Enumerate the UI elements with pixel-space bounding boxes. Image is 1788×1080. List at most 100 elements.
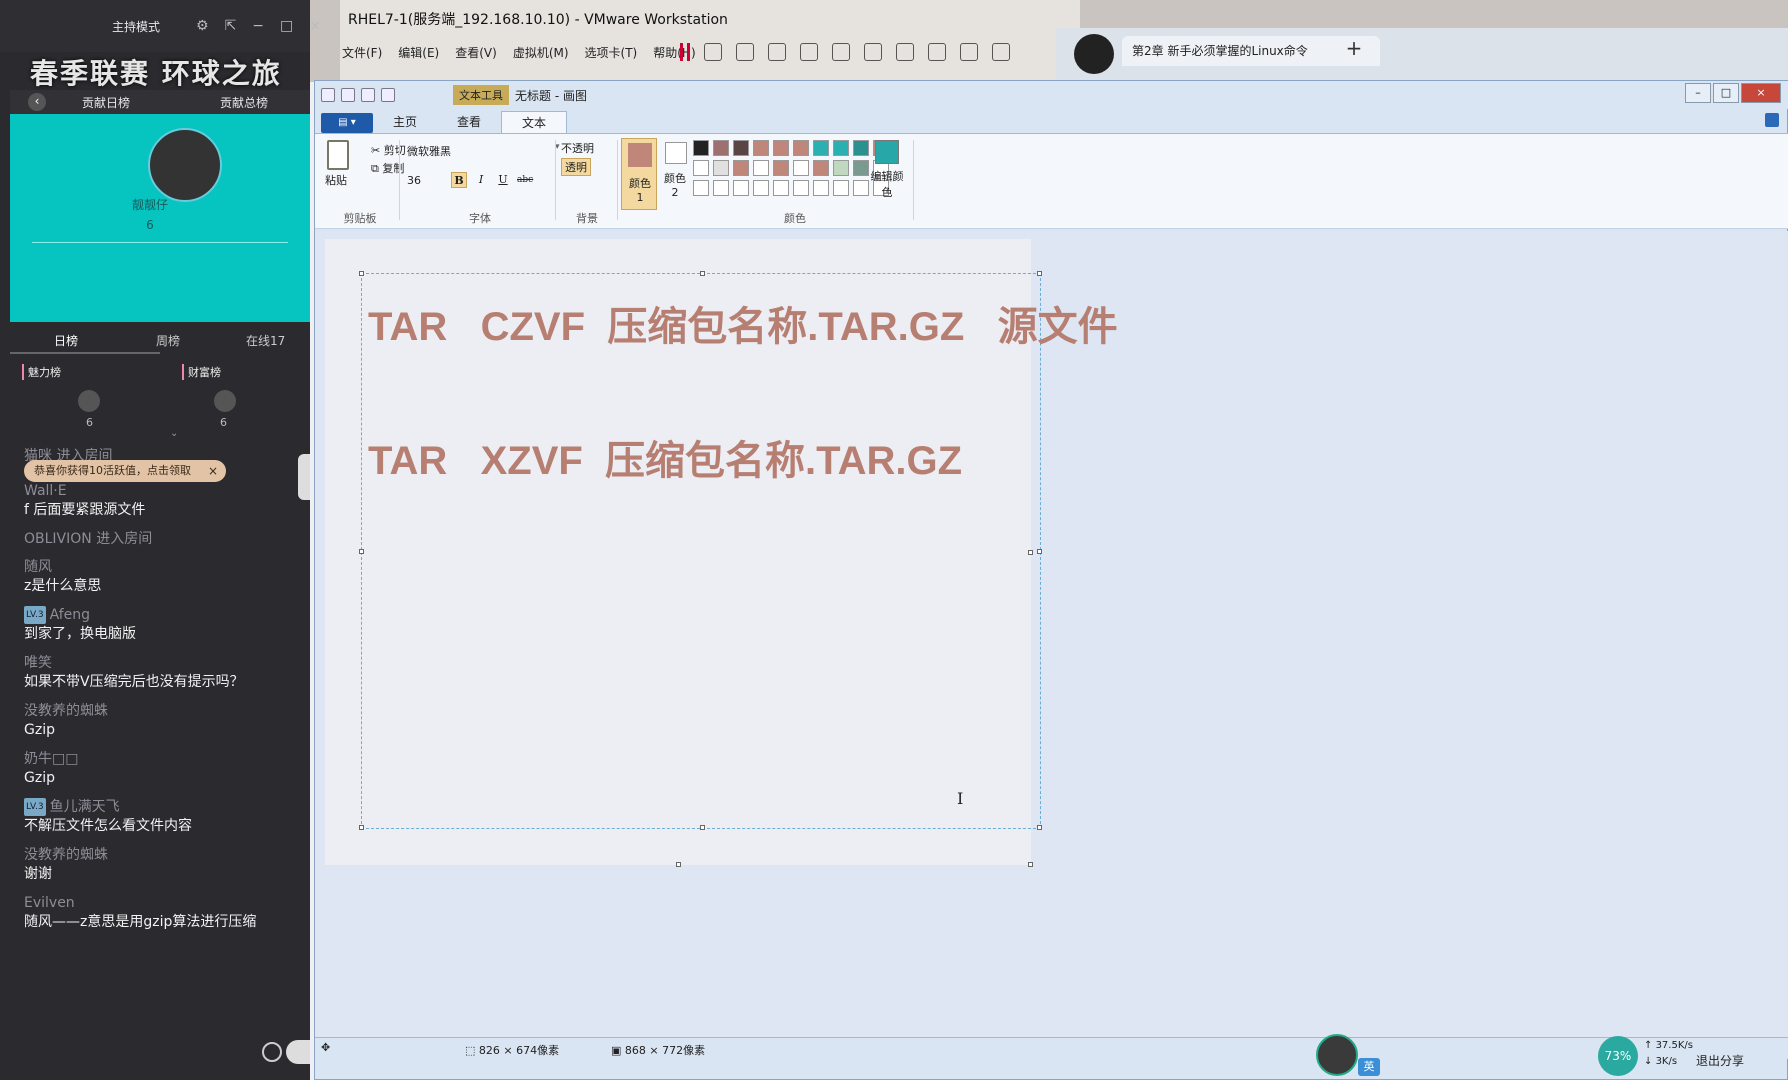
- resize-handle[interactable]: [700, 271, 705, 276]
- ime-indicator[interactable]: 英: [1358, 1058, 1380, 1076]
- chevron-down-icon[interactable]: ⌄: [170, 428, 178, 439]
- presenter-camera-avatar[interactable]: [1316, 1034, 1358, 1076]
- charm-top-avatar[interactable]: [78, 390, 100, 412]
- close-button[interactable]: ×: [1741, 83, 1781, 103]
- resize-handle[interactable]: [1037, 549, 1042, 554]
- palette-swatch[interactable]: [753, 140, 769, 156]
- resize-handle[interactable]: [359, 271, 364, 276]
- italic-button[interactable]: I: [473, 172, 489, 188]
- palette-swatch[interactable]: [813, 140, 829, 156]
- send-keys-icon[interactable]: [704, 43, 722, 61]
- palette-swatch[interactable]: [693, 180, 709, 196]
- palette-swatch[interactable]: [813, 180, 829, 196]
- chat-user[interactable]: Evilven: [24, 894, 308, 912]
- transparent-option[interactable]: 透明: [561, 158, 591, 176]
- back-button[interactable]: ‹: [28, 93, 46, 111]
- help-icon[interactable]: [1765, 113, 1779, 127]
- minimize-icon[interactable]: −: [252, 18, 264, 34]
- palette-swatch[interactable]: [773, 180, 789, 196]
- snapshot-icon[interactable]: [736, 43, 754, 61]
- tab-total-rank[interactable]: 贡献总榜: [220, 94, 268, 111]
- maximize-icon[interactable]: □: [280, 18, 293, 34]
- tab-online[interactable]: 在线17: [246, 332, 285, 349]
- menu-view[interactable]: 查看(V): [455, 44, 497, 61]
- bold-button[interactable]: B: [451, 172, 467, 188]
- cut-button[interactable]: ✂ 剪切: [371, 142, 406, 158]
- fullscreen-icon[interactable]: [896, 43, 914, 61]
- palette-swatch[interactable]: [713, 160, 729, 176]
- font-size-select[interactable]: 36: [405, 172, 445, 190]
- resize-handle[interactable]: [1037, 271, 1042, 276]
- charm-rank-label[interactable]: 魅力榜: [22, 364, 61, 380]
- tab-day[interactable]: 日榜: [54, 332, 78, 349]
- resize-handle[interactable]: [359, 549, 364, 554]
- sidebar-toggle-icon[interactable]: [832, 43, 850, 61]
- color2-label[interactable]: 颜色 2: [661, 170, 689, 199]
- unity-icon[interactable]: [928, 43, 946, 61]
- minimize-button[interactable]: –: [1685, 83, 1711, 103]
- settings-icon[interactable]: ⚙: [196, 18, 209, 34]
- palette-swatch[interactable]: [713, 180, 729, 196]
- menu-edit[interactable]: 编辑(E): [398, 44, 439, 61]
- drawing-canvas[interactable]: TAR CZVF 压缩包名称.TAR.GZ 源文件 TAR XZVF 压缩包名称…: [325, 239, 1118, 867]
- send-button[interactable]: [286, 1040, 310, 1064]
- chat-user[interactable]: 没教养的蜘蛛: [24, 846, 308, 864]
- tab-day-rank[interactable]: 贡献日榜: [82, 94, 130, 111]
- console-icon[interactable]: [960, 43, 978, 61]
- edit-colors-button[interactable]: 编辑颜色: [867, 140, 907, 200]
- chat-user[interactable]: OBLIVION 进入房间: [24, 530, 308, 548]
- underline-button[interactable]: U: [495, 172, 511, 188]
- palette-swatch[interactable]: [773, 160, 789, 176]
- palette-swatch[interactable]: [813, 160, 829, 176]
- tab-view[interactable]: 查看: [437, 111, 501, 133]
- close-icon[interactable]: ×: [208, 460, 218, 482]
- chat-user[interactable]: LV.3 Afeng: [24, 606, 308, 624]
- chat-user[interactable]: 唯笑: [24, 654, 308, 672]
- revert-snapshot-icon[interactable]: [768, 43, 786, 61]
- new-tab-button[interactable]: +: [1342, 36, 1366, 60]
- resize-handle[interactable]: [700, 825, 705, 830]
- tab-home[interactable]: 主页: [373, 111, 437, 133]
- resize-handle[interactable]: [359, 825, 364, 830]
- chat-user[interactable]: LV.3 鱼儿满天飞: [24, 798, 308, 816]
- menu-vm[interactable]: 虚拟机(M): [513, 44, 569, 61]
- resize-handle[interactable]: [1037, 825, 1042, 830]
- pause-icon[interactable]: [680, 43, 690, 61]
- tab-text[interactable]: 文本: [501, 111, 568, 133]
- palette-swatch[interactable]: [833, 180, 849, 196]
- popout-icon[interactable]: ⇱: [225, 18, 237, 34]
- paint-app-icon[interactable]: [321, 88, 335, 102]
- close-icon[interactable]: ×: [309, 18, 321, 34]
- color1-button[interactable]: 颜色 1: [621, 138, 657, 210]
- emoji-icon[interactable]: [262, 1042, 282, 1062]
- network-gauge[interactable]: 73%: [1598, 1036, 1638, 1076]
- wealth-top-avatar[interactable]: [214, 390, 236, 412]
- text-box[interactable]: TAR CZVF 压缩包名称.TAR.GZ 源文件 TAR XZVF 压缩包名称…: [359, 271, 1118, 830]
- palette-swatch[interactable]: [773, 140, 789, 156]
- palette-swatch[interactable]: [733, 140, 749, 156]
- tab-week[interactable]: 周榜: [156, 332, 180, 349]
- avatar[interactable]: [148, 128, 222, 202]
- color2-swatch[interactable]: [665, 142, 687, 164]
- palette-swatch[interactable]: [753, 180, 769, 196]
- palette-swatch[interactable]: [793, 160, 809, 176]
- paste-icon[interactable]: [327, 140, 349, 170]
- font-family-select[interactable]: 微软雅黑: [405, 142, 553, 162]
- chat-user[interactable]: 随风: [24, 558, 308, 576]
- palette-swatch[interactable]: [733, 160, 749, 176]
- undo-icon[interactable]: [361, 88, 375, 102]
- chat-user[interactable]: 没教养的蜘蛛: [24, 702, 308, 720]
- palette-swatch[interactable]: [693, 140, 709, 156]
- redo-icon[interactable]: [381, 88, 395, 102]
- canvas-resize-handle[interactable]: [676, 862, 681, 867]
- palette-swatch[interactable]: [713, 140, 729, 156]
- canvas-resize-handle[interactable]: [1028, 550, 1033, 555]
- file-menu-button[interactable]: ▤ ▾: [321, 113, 373, 133]
- save-icon[interactable]: [341, 88, 355, 102]
- side-panel-handle[interactable]: [298, 454, 310, 500]
- reward-toast[interactable]: 恭喜你获得10活跃值，点击领取 ×: [24, 460, 226, 482]
- palette-swatch[interactable]: [753, 160, 769, 176]
- wealth-rank-label[interactable]: 财富榜: [182, 364, 221, 380]
- palette-swatch[interactable]: [793, 180, 809, 196]
- canvas-resize-handle[interactable]: [1028, 862, 1033, 867]
